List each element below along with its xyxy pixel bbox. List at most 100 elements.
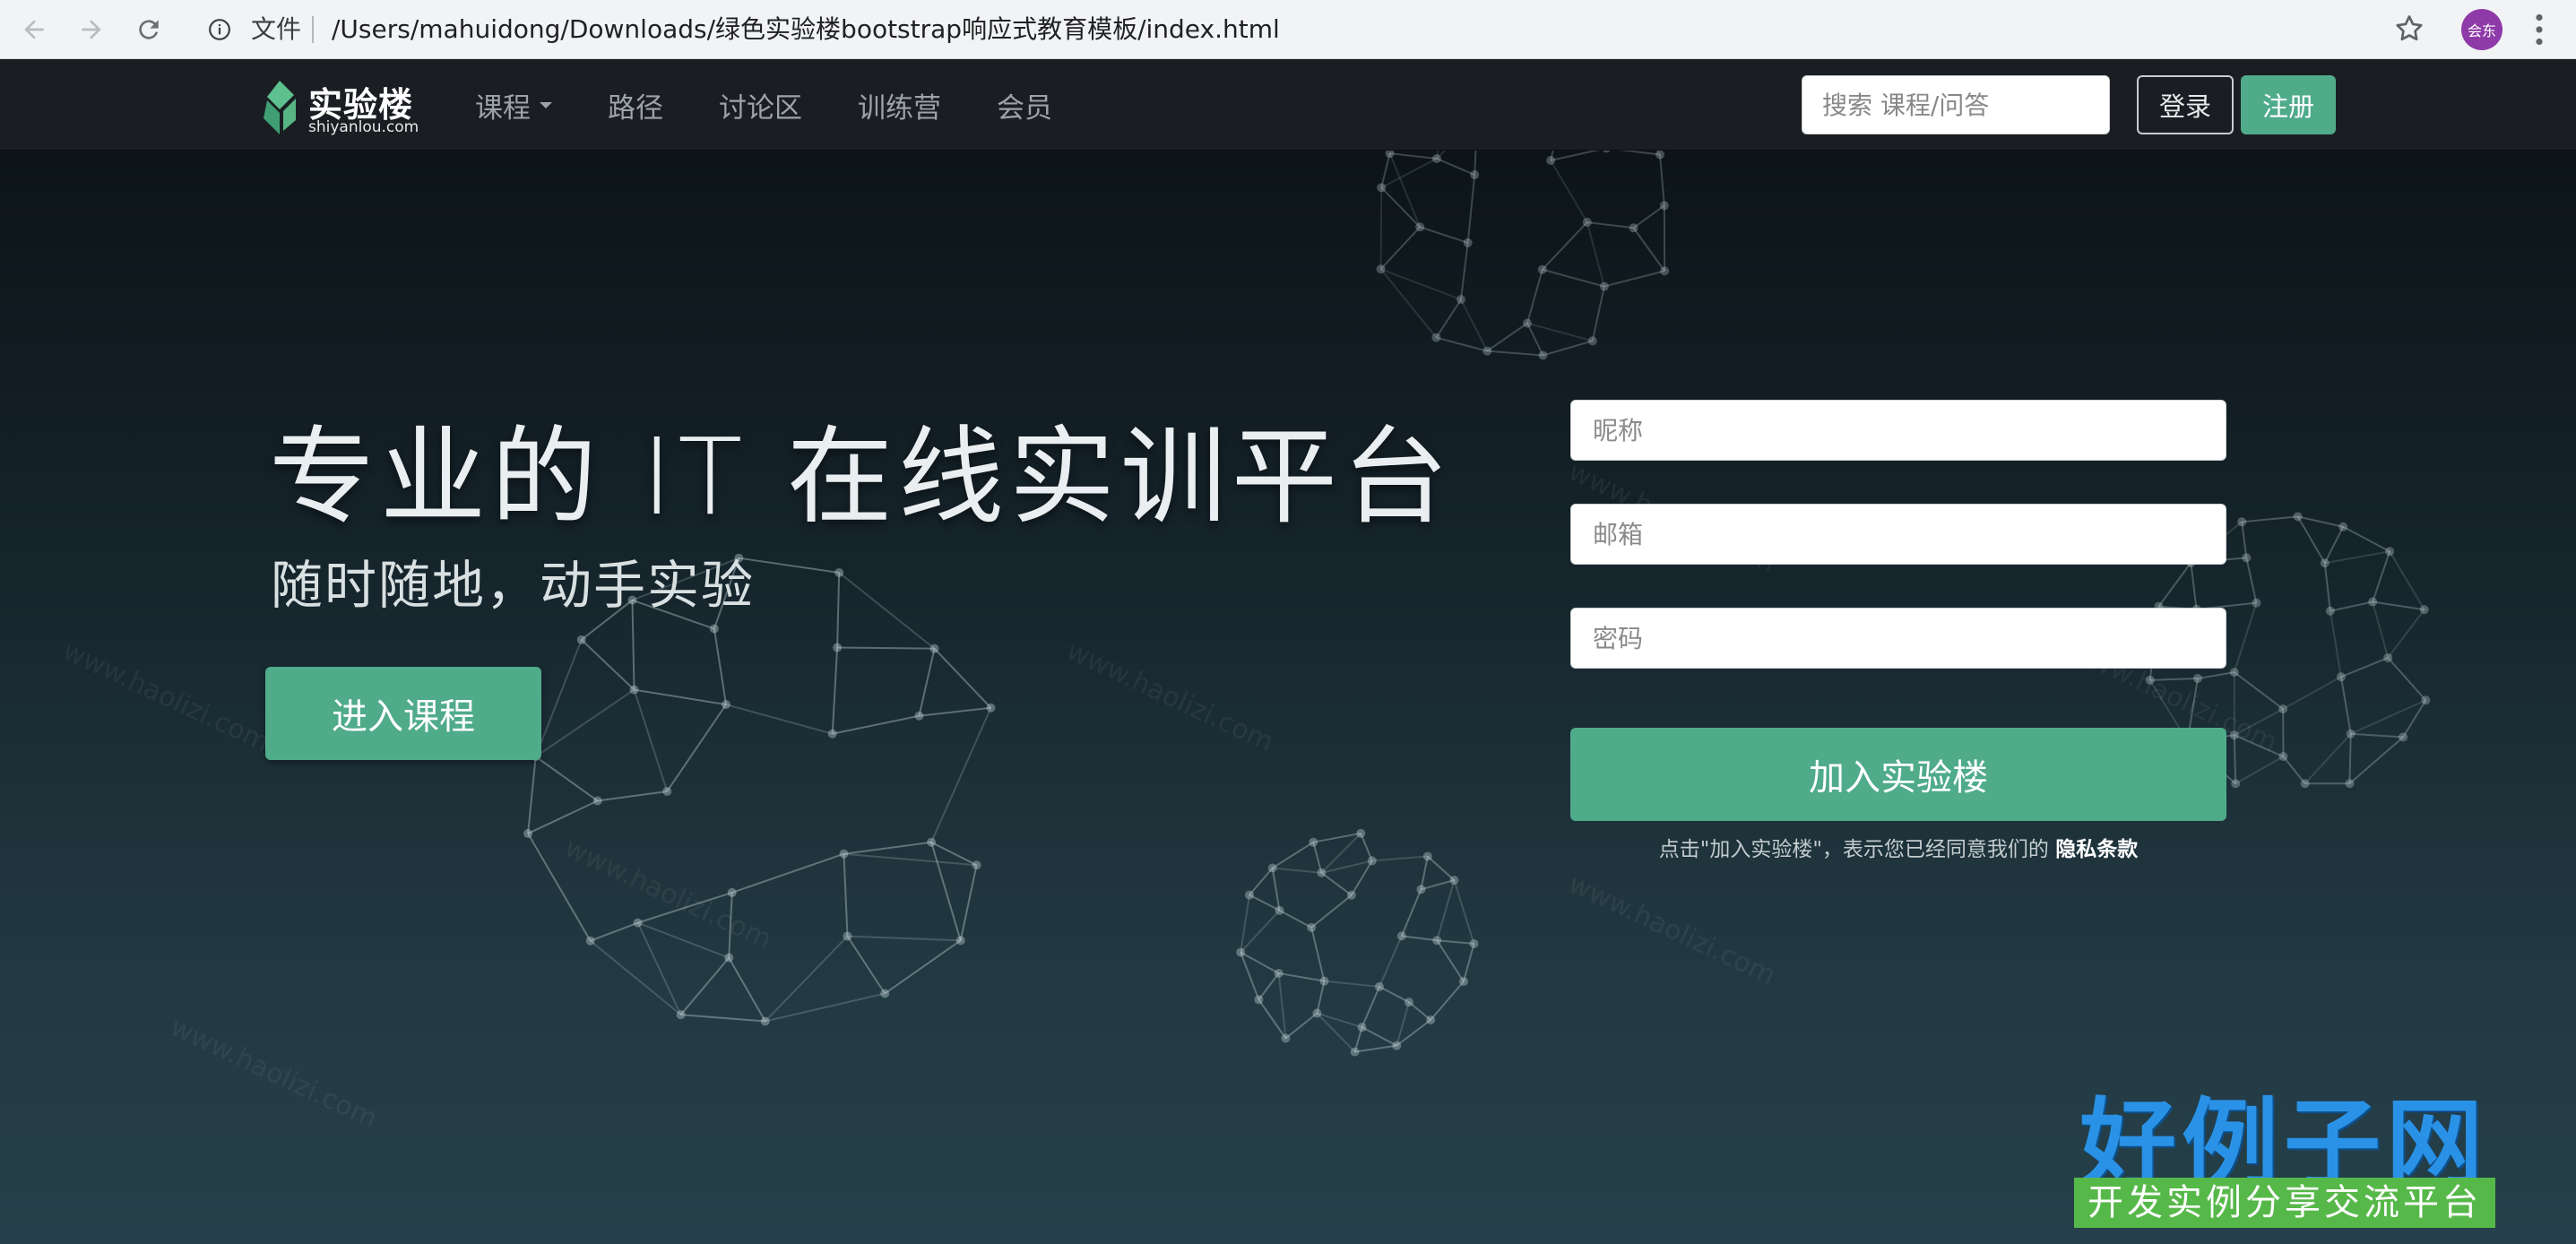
- network-node: [1319, 976, 1329, 986]
- network-edge: [1379, 187, 1383, 270]
- network-edge: [1279, 909, 1312, 929]
- network-edge: [1380, 152, 1391, 188]
- network-node: [1537, 264, 1547, 274]
- address-bar[interactable]: 文件 /Users/mahuidong/Downloads/绿色实验楼boots…: [192, 5, 2424, 54]
- reload-icon[interactable]: [129, 10, 169, 49]
- network-edge: [2282, 756, 2306, 784]
- network-node: [1385, 151, 1395, 159]
- menu-item-forum[interactable]: 讨论区: [719, 85, 802, 125]
- network-edge: [1435, 298, 1462, 339]
- forward-arrow-icon[interactable]: [72, 10, 111, 49]
- network-node: [2421, 695, 2431, 705]
- url-text[interactable]: /Users/mahuidong/Downloads/绿色实验楼bootstra…: [332, 5, 1280, 54]
- network-node: [1546, 156, 1556, 166]
- back-arrow-icon[interactable]: [14, 10, 54, 49]
- network-edge: [1419, 226, 1468, 244]
- privacy-terms-link[interactable]: 隐私条款: [2055, 838, 2138, 861]
- network-edge: [1240, 951, 1280, 974]
- network-sphere: [1376, 151, 1670, 360]
- network-edge: [1379, 935, 1403, 988]
- network-edge: [1240, 952, 1260, 1000]
- network-edge: [2234, 671, 2284, 710]
- network-edge: [713, 628, 728, 705]
- enter-courses-button[interactable]: 进入课程: [265, 667, 541, 760]
- terms-text: 点击"加入实验楼"，表示您已经同意我们的: [1658, 838, 2056, 861]
- menu-item-bootcamp[interactable]: 训练营: [858, 85, 941, 125]
- login-button[interactable]: 登录: [2137, 75, 2234, 134]
- network-node: [1317, 868, 1327, 877]
- network-edge: [634, 688, 727, 706]
- network-node: [523, 829, 533, 839]
- network-edge: [1380, 158, 1438, 189]
- network-node: [2237, 517, 2247, 527]
- menu-item-courses[interactable]: 课程: [475, 85, 552, 125]
- network-edge: [847, 935, 961, 942]
- register-button[interactable]: 注册: [2241, 75, 2336, 134]
- network-node: [2383, 652, 2393, 662]
- network-node: [2229, 668, 2239, 678]
- network-edge: [2323, 526, 2345, 564]
- network-node: [722, 700, 731, 710]
- network-edge: [2340, 657, 2389, 678]
- email-field[interactable]: [1570, 504, 2226, 565]
- network-node: [927, 837, 937, 847]
- network-node: [1404, 998, 1413, 1007]
- network-node: [2338, 522, 2348, 531]
- search-input[interactable]: [1802, 75, 2110, 134]
- network-node: [2278, 752, 2288, 762]
- network-edge: [1550, 151, 1600, 161]
- network-node: [2242, 553, 2252, 563]
- profile-avatar[interactable]: 会东: [2461, 9, 2503, 50]
- network-edge: [1396, 1001, 1410, 1046]
- network-edge: [2387, 609, 2425, 659]
- network-edge: [2330, 600, 2373, 612]
- network-edge: [2323, 563, 2331, 611]
- network-edge: [837, 646, 935, 650]
- network-edge: [2348, 733, 2352, 784]
- network-edge: [1586, 221, 1605, 287]
- network-edge: [2149, 678, 2198, 681]
- network-edge: [2339, 677, 2352, 734]
- network-node: [1377, 183, 1387, 193]
- network-edge: [1632, 204, 1665, 229]
- bookmark-star-icon[interactable]: [2393, 13, 2425, 45]
- network-node: [1376, 264, 1386, 274]
- network-edge: [535, 756, 599, 802]
- network-edge: [832, 714, 920, 735]
- network-node: [1244, 890, 1254, 900]
- network-edge: [731, 852, 844, 894]
- network-node: [827, 729, 837, 739]
- network-node: [839, 849, 849, 859]
- network-edge: [1604, 270, 1665, 288]
- network-edge: [1542, 221, 1588, 271]
- network-node: [2419, 605, 2429, 615]
- network-node: [1374, 981, 1384, 991]
- nickname-field[interactable]: [1570, 400, 2226, 461]
- browser-toolbar: 文件 /Users/mahuidong/Downloads/绿色实验楼boots…: [0, 0, 2576, 59]
- network-edge: [2296, 515, 2326, 564]
- network-edge: [679, 956, 730, 1015]
- network-edge: [725, 704, 834, 735]
- network-edge: [765, 935, 849, 1023]
- network-edge: [1389, 152, 1438, 160]
- network-node: [2252, 598, 2261, 608]
- network-node: [1357, 1023, 1367, 1032]
- network-edge: [1351, 860, 1373, 896]
- network-edge: [1312, 842, 1323, 874]
- network-edge: [2348, 736, 2404, 784]
- network-node: [2192, 674, 2202, 684]
- network-node: [592, 796, 602, 806]
- info-icon[interactable]: [208, 18, 231, 41]
- network-node: [1431, 153, 1441, 163]
- more-menu-icon[interactable]: [2526, 11, 2553, 48]
- network-edge: [1371, 855, 1428, 862]
- page: 文件 /Users/mahuidong/Downloads/绿色实验楼boots…: [0, 0, 2576, 1244]
- network-node: [2325, 606, 2335, 616]
- menu-item-paths[interactable]: 路径: [608, 85, 663, 125]
- network-edge: [1436, 158, 1475, 176]
- menu-item-membership[interactable]: 会员: [997, 85, 1052, 125]
- network-edge: [680, 1014, 765, 1023]
- site-logo[interactable]: 实验楼 shiyanlou.com: [258, 72, 437, 138]
- join-button[interactable]: 加入实验楼: [1570, 728, 2226, 821]
- password-field[interactable]: [1570, 608, 2226, 669]
